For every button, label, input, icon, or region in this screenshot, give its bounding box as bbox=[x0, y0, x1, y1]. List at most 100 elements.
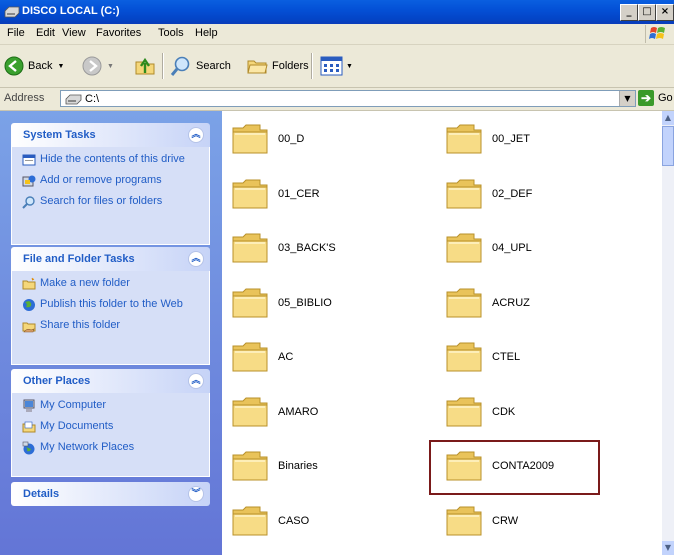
folder-item[interactable]: 03_BACK'S bbox=[222, 225, 422, 269]
folder-item[interactable]: CTEL bbox=[436, 334, 636, 378]
system-tasks-header[interactable]: System Tasks ︽ bbox=[11, 123, 210, 147]
folder-item[interactable]: ACRUZ bbox=[436, 280, 636, 324]
close-button[interactable]: × bbox=[656, 4, 674, 21]
task-label: Make a new folder bbox=[40, 277, 130, 289]
menu-tools[interactable]: Tools bbox=[158, 27, 184, 39]
task-label: Publish this folder to the Web bbox=[40, 298, 183, 310]
drive-icon bbox=[4, 6, 20, 18]
my-computer-icon bbox=[23, 399, 35, 412]
address-input[interactable]: C:\ ▼ bbox=[60, 90, 636, 107]
folder-item[interactable]: AC bbox=[222, 334, 422, 378]
task-share-folder[interactable]: Share this folder bbox=[12, 319, 209, 337]
search-label: Search bbox=[196, 60, 231, 72]
views-icon bbox=[320, 56, 343, 76]
search-button[interactable]: Search bbox=[170, 55, 231, 77]
folder-icon bbox=[446, 179, 482, 208]
folder-name: 04_UPL bbox=[492, 242, 532, 254]
other-places-title: Other Places bbox=[23, 375, 91, 387]
folder-name: 05_BIBLIO bbox=[278, 296, 332, 309]
folder-icon bbox=[232, 179, 268, 208]
collapse-chevron-icon[interactable]: ︽ bbox=[188, 373, 204, 389]
folder-name: 01_CER bbox=[278, 187, 320, 200]
folder-name: 03_BACK'S bbox=[278, 242, 336, 254]
forward-arrow-icon bbox=[82, 56, 102, 76]
folder-icon bbox=[446, 233, 482, 263]
go-button[interactable]: ➔ Go bbox=[638, 90, 673, 106]
up-folder-icon bbox=[135, 57, 155, 75]
vertical-scrollbar[interactable]: ▲ ▼ bbox=[662, 111, 674, 555]
search-icon bbox=[170, 56, 190, 76]
address-value: C:\ bbox=[85, 93, 100, 105]
new-folder-icon bbox=[22, 277, 36, 290]
up-folder-button[interactable] bbox=[134, 55, 156, 77]
folder-icon bbox=[446, 342, 482, 372]
folder-name: CRW bbox=[492, 514, 519, 527]
views-button[interactable]: ▼ bbox=[320, 55, 353, 77]
forward-button[interactable]: ▼ bbox=[82, 56, 114, 76]
add-remove-programs-icon bbox=[22, 175, 36, 187]
folder-item[interactable]: Binaries bbox=[222, 443, 422, 487]
expand-chevron-icon[interactable]: ︾ bbox=[188, 486, 204, 502]
collapse-chevron-icon[interactable]: ︽ bbox=[188, 251, 204, 267]
file-folder-tasks-header[interactable]: File and Folder Tasks ︽ bbox=[11, 247, 210, 271]
folder-item[interactable]: CASO bbox=[222, 498, 422, 542]
folder-item[interactable]: 02_DEF bbox=[436, 171, 636, 215]
file-folder-tasks-panel: File and Folder Tasks ︽ Make a new folde… bbox=[11, 247, 210, 365]
scrollbar-thumb[interactable] bbox=[662, 126, 674, 166]
title-bar[interactable]: DISCO LOCAL (C:) _ □ × bbox=[0, 0, 674, 24]
address-bar: Address C:\ ▼ ➔ Go bbox=[0, 88, 674, 111]
scroll-down-icon[interactable]: ▼ bbox=[662, 541, 674, 555]
globe-icon bbox=[23, 299, 35, 311]
scroll-up-icon[interactable]: ▲ bbox=[662, 111, 674, 125]
folder-name: CDK bbox=[492, 405, 516, 418]
task-search-files[interactable]: Search for files or folders bbox=[12, 195, 209, 213]
folder-icon bbox=[446, 506, 482, 535]
task-hide-drive-contents[interactable]: Hide the contents of this drive bbox=[12, 153, 209, 171]
folder-item[interactable]: 00_D bbox=[222, 116, 422, 160]
menu-help[interactable]: Help bbox=[195, 27, 218, 39]
folder-item[interactable]: 05_BIBLIO bbox=[222, 280, 422, 324]
back-dropdown-icon[interactable]: ▼ bbox=[57, 63, 64, 70]
windows-logo-icon bbox=[645, 25, 668, 43]
details-header[interactable]: Details ︾ bbox=[11, 482, 210, 506]
views-dropdown-icon[interactable]: ▼ bbox=[346, 63, 353, 70]
address-dropdown-icon[interactable]: ▼ bbox=[619, 91, 635, 106]
menu-view[interactable]: View bbox=[62, 27, 86, 39]
restore-button[interactable]: □ bbox=[638, 4, 656, 21]
folder-icon bbox=[232, 233, 268, 263]
folder-item[interactable]: 04_UPL bbox=[436, 225, 636, 269]
highlight-box bbox=[429, 440, 600, 495]
folder-item[interactable]: AMARO bbox=[222, 389, 422, 433]
task-add-remove-programs[interactable]: Add or remove programs bbox=[12, 174, 209, 192]
file-folder-tasks-title: File and Folder Tasks bbox=[23, 253, 135, 265]
minimize-button[interactable]: _ bbox=[620, 4, 638, 21]
forward-dropdown-icon[interactable]: ▼ bbox=[107, 63, 114, 70]
back-button[interactable]: Back ▼ bbox=[4, 56, 64, 76]
place-label: My Documents bbox=[40, 420, 114, 432]
folders-button[interactable]: Folders bbox=[246, 55, 309, 77]
place-my-computer[interactable]: My Computer bbox=[12, 399, 209, 417]
hide-contents-icon bbox=[22, 154, 36, 166]
menu-file[interactable]: File bbox=[7, 27, 25, 39]
system-tasks-panel: System Tasks ︽ Hide the contents of this… bbox=[11, 123, 210, 245]
folder-name: CTEL bbox=[492, 351, 521, 363]
task-publish-to-web[interactable]: Publish this folder to the Web bbox=[12, 298, 209, 316]
place-label: My Network Places bbox=[40, 441, 135, 453]
folders-label: Folders bbox=[272, 60, 309, 72]
menu-favorites[interactable]: Favorites bbox=[96, 27, 141, 39]
place-my-documents[interactable]: My Documents bbox=[12, 420, 209, 438]
window-title: DISCO LOCAL (C:) bbox=[22, 5, 120, 17]
other-places-header[interactable]: Other Places ︽ bbox=[11, 369, 210, 393]
folder-item[interactable]: CRW bbox=[436, 498, 636, 542]
folder-icon bbox=[232, 342, 268, 372]
folder-item[interactable]: 00_JET bbox=[436, 116, 636, 160]
folder-icon bbox=[446, 397, 482, 426]
folder-item[interactable]: 01_CER bbox=[222, 171, 422, 215]
collapse-chevron-icon[interactable]: ︽ bbox=[188, 127, 204, 143]
task-make-new-folder[interactable]: Make a new folder bbox=[12, 277, 209, 295]
place-my-network-places[interactable]: My Network Places bbox=[12, 441, 209, 459]
menu-edit[interactable]: Edit bbox=[36, 27, 55, 39]
folder-item[interactable]: CDK bbox=[436, 389, 636, 433]
folder-icon bbox=[232, 124, 268, 154]
drive-icon bbox=[65, 94, 82, 105]
